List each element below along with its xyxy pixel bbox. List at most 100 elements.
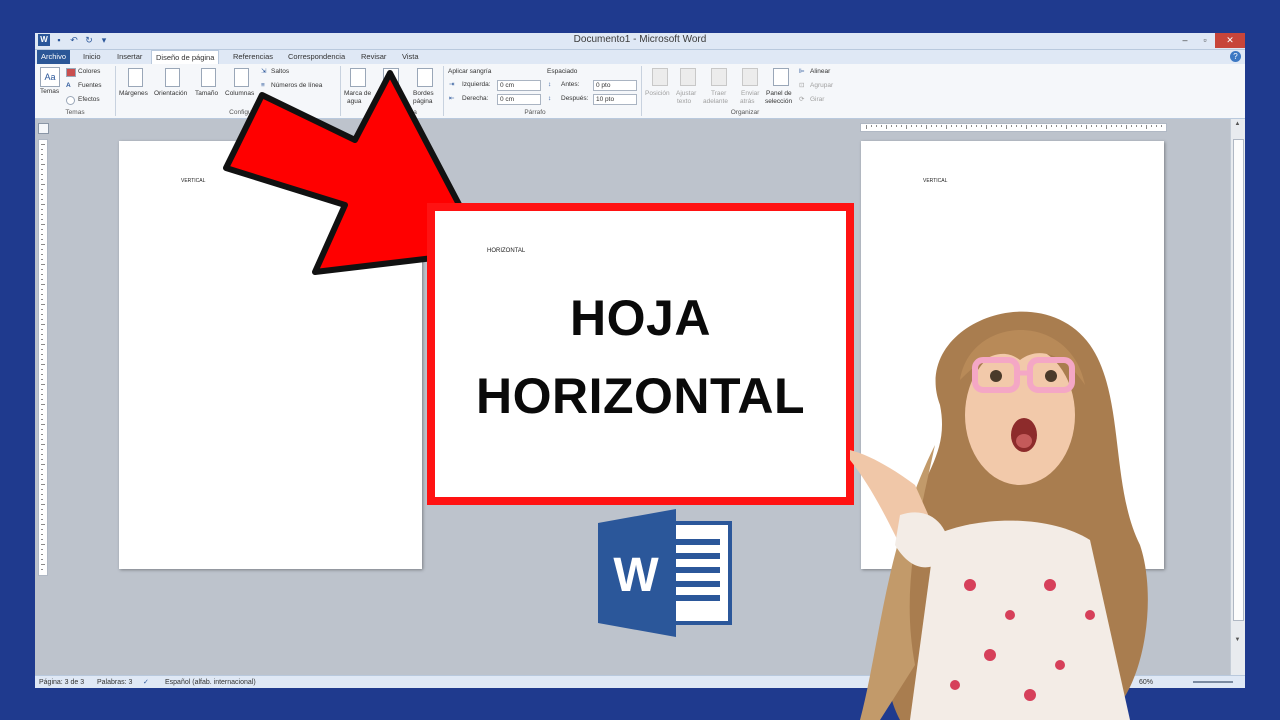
scroll-down-icon[interactable]: ▼ bbox=[1233, 637, 1242, 643]
ruler-tick bbox=[41, 144, 45, 145]
margenes-button[interactable]: Márgenes bbox=[119, 90, 148, 98]
saltos-button[interactable]: Saltos bbox=[271, 68, 289, 76]
alinear-button[interactable]: Alinear bbox=[810, 68, 830, 76]
tab-diseno-pagina[interactable]: Diseño de página bbox=[151, 50, 220, 65]
ruler-tick bbox=[41, 519, 43, 520]
ruler-tick bbox=[871, 125, 872, 127]
margins-icon[interactable] bbox=[128, 68, 143, 87]
tab-inicio[interactable]: Inicio bbox=[79, 50, 105, 64]
numeros-linea-button[interactable]: Números de línea bbox=[271, 82, 322, 90]
themes-icon[interactable]: Aa bbox=[40, 67, 60, 87]
ruler-tick bbox=[41, 169, 43, 170]
ruler-tick bbox=[911, 125, 912, 127]
ruler-tick bbox=[41, 339, 43, 340]
orientation-icon[interactable] bbox=[165, 68, 180, 87]
efectos-button[interactable]: Efectos bbox=[78, 96, 100, 104]
enviar-atras-line2[interactable]: atrás bbox=[740, 98, 754, 106]
agrupar-button[interactable]: Agrupar bbox=[810, 82, 833, 90]
ruler-tick bbox=[956, 125, 957, 127]
position-icon[interactable] bbox=[652, 68, 668, 86]
columns-icon[interactable] bbox=[234, 68, 249, 87]
fuentes-button[interactable]: Fuentes bbox=[78, 82, 102, 90]
line-numbers-icon: ≡ bbox=[261, 82, 265, 89]
help-icon[interactable]: ? bbox=[1230, 51, 1241, 62]
spacing-before-spinner[interactable]: 0 pto bbox=[593, 80, 637, 91]
size-icon[interactable] bbox=[201, 68, 216, 87]
page-borders-icon[interactable] bbox=[417, 68, 433, 87]
tab-insertar[interactable]: Insertar bbox=[113, 50, 146, 64]
bordes-pagina-button-line1[interactable]: Bordes bbox=[413, 90, 434, 98]
word-count[interactable]: Palabras: 3 bbox=[97, 677, 132, 688]
traer-adelante-line2[interactable]: adelante bbox=[703, 98, 728, 106]
temas-button[interactable]: Temas bbox=[40, 88, 59, 96]
minimize-icon[interactable]: – bbox=[1175, 33, 1195, 48]
fonts-icon: A bbox=[66, 82, 71, 89]
ruler-tick bbox=[41, 199, 43, 200]
watermark-icon[interactable] bbox=[350, 68, 366, 87]
ruler-tick bbox=[1091, 125, 1092, 127]
bring-forward-icon[interactable] bbox=[711, 68, 727, 86]
indent-right-spinner[interactable]: 0 cm bbox=[497, 94, 541, 105]
ruler-tick bbox=[1111, 125, 1112, 127]
ruler-tick bbox=[1071, 125, 1072, 127]
ruler-tick bbox=[1086, 125, 1087, 129]
ruler-tick bbox=[41, 529, 43, 530]
bordes-pagina-button-line2[interactable]: página bbox=[413, 98, 433, 106]
indent-left-spinner[interactable]: 0 cm bbox=[497, 80, 541, 91]
horizontal-ruler[interactable] bbox=[860, 123, 1167, 132]
zoom-slider[interactable] bbox=[1193, 681, 1233, 683]
ajustar-texto-line1[interactable]: Ajustar bbox=[676, 90, 696, 98]
page-color-icon[interactable] bbox=[383, 68, 399, 87]
svg-text:W: W bbox=[613, 549, 659, 602]
ruler-tick bbox=[981, 125, 982, 127]
enviar-atras-line1[interactable]: Enviar bbox=[741, 90, 759, 98]
posicion-button[interactable]: Posición bbox=[645, 90, 670, 98]
marca-agua-button-line1[interactable]: Marca de bbox=[344, 90, 371, 98]
tab-selector[interactable] bbox=[38, 123, 49, 134]
panel-seleccion-line1[interactable]: Panel de bbox=[766, 90, 792, 98]
color-pagina-button-line2[interactable]: página bbox=[377, 98, 397, 106]
girar-button[interactable]: Girar bbox=[810, 96, 824, 104]
vertical-ruler[interactable] bbox=[38, 139, 48, 576]
ruler-tick bbox=[961, 125, 962, 127]
ruler-tick bbox=[1006, 125, 1007, 129]
ajustar-texto-line2[interactable]: texto bbox=[677, 98, 691, 106]
maximize-icon[interactable]: ▫ bbox=[1195, 33, 1215, 48]
ruler-tick bbox=[41, 369, 43, 370]
ruler-tick bbox=[41, 259, 43, 260]
tab-referencias[interactable]: Referencias bbox=[229, 50, 277, 64]
colores-button[interactable]: Colores bbox=[78, 68, 100, 76]
send-backward-icon[interactable] bbox=[742, 68, 758, 86]
ruler-tick bbox=[1131, 125, 1132, 127]
vertical-scrollbar[interactable]: ▲ ▼ bbox=[1230, 119, 1245, 675]
tab-vista[interactable]: Vista bbox=[398, 50, 423, 64]
selection-pane-icon[interactable] bbox=[773, 68, 789, 86]
tab-revisar[interactable]: Revisar bbox=[357, 50, 390, 64]
page-count[interactable]: Página: 3 de 3 bbox=[39, 677, 84, 688]
ruler-tick bbox=[41, 424, 45, 425]
columnas-button[interactable]: Columnas bbox=[225, 90, 254, 98]
ruler-tick bbox=[41, 244, 45, 245]
tamano-button[interactable]: Tamaño bbox=[195, 90, 218, 98]
traer-adelante-line1[interactable]: Traer bbox=[711, 90, 726, 98]
page-1[interactable]: VERTICAL bbox=[119, 141, 422, 569]
panel-seleccion-line2[interactable]: selección bbox=[765, 98, 792, 106]
spacing-after-spinner[interactable]: 10 pto bbox=[593, 94, 637, 105]
marca-agua-button-line2[interactable]: agua bbox=[347, 98, 361, 106]
ribbon-separator bbox=[340, 66, 341, 116]
scroll-up-icon[interactable]: ▲ bbox=[1233, 121, 1242, 127]
proofing-icon[interactable]: ✓ bbox=[143, 677, 149, 688]
close-icon[interactable]: ✕ bbox=[1215, 33, 1245, 48]
tab-archivo[interactable]: Archivo bbox=[37, 50, 71, 64]
language-status[interactable]: Español (alfab. internacional) bbox=[165, 677, 256, 688]
group-icon: ⊡ bbox=[799, 82, 805, 89]
ruler-tick bbox=[41, 459, 43, 460]
ruler-tick bbox=[41, 454, 43, 455]
ruler-tick bbox=[41, 159, 43, 160]
tab-correspondencia[interactable]: Correspondencia bbox=[284, 50, 349, 64]
color-pagina-button-line1[interactable]: Color de bbox=[377, 90, 402, 98]
scroll-thumb[interactable] bbox=[1233, 139, 1244, 621]
orientacion-button[interactable]: Orientación bbox=[154, 90, 187, 98]
ruler-tick bbox=[941, 125, 942, 127]
wrap-text-icon[interactable] bbox=[680, 68, 696, 86]
